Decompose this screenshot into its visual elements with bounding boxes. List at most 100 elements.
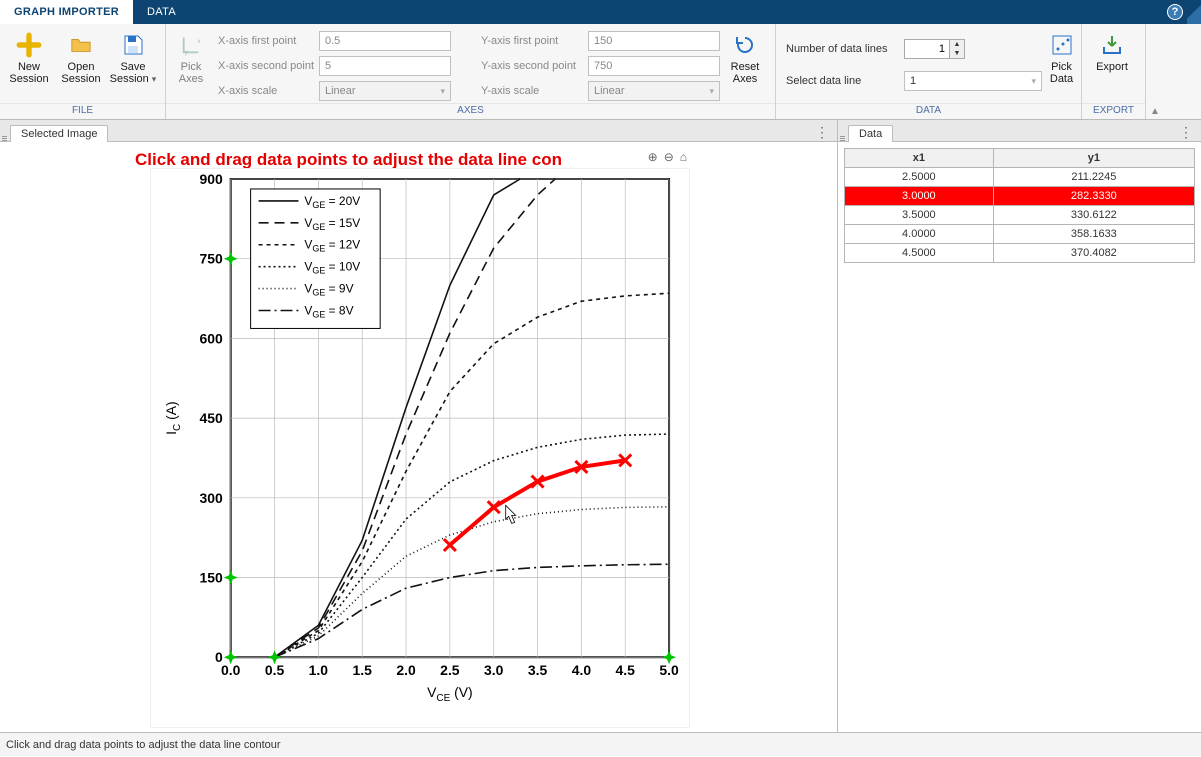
spinner-down-icon[interactable]: ▼ <box>950 49 964 58</box>
selected-image-panel: Selected Image ⋮ Click and drag data poi… <box>0 120 838 732</box>
y-second-input <box>588 56 720 76</box>
cell-y[interactable]: 282.3330 <box>993 187 1194 206</box>
table-row[interactable]: 3.0000282.3330 <box>845 187 1195 206</box>
svg-text:1.0: 1.0 <box>309 662 329 678</box>
svg-text:450: 450 <box>199 410 223 426</box>
cell-y[interactable]: 330.6122 <box>993 206 1194 225</box>
save-icon <box>119 31 147 59</box>
data-panel-body: x1 y1 2.5000211.22453.0000282.33303.5000… <box>838 142 1201 732</box>
svg-text:VGE = 8V: VGE = 8V <box>304 303 353 319</box>
svg-text:150: 150 <box>199 570 223 586</box>
ribbon-group-label: DATA <box>776 103 1081 119</box>
cell-x[interactable]: 4.0000 <box>845 225 994 244</box>
content-area: Selected Image ⋮ Click and drag data poi… <box>0 120 1201 732</box>
pick-data-icon <box>1048 31 1076 59</box>
svg-text:300: 300 <box>199 490 223 506</box>
ribbon-group-label: AXES <box>166 103 775 119</box>
svg-text:IC (A): IC (A) <box>163 401 183 435</box>
svg-text:4.0: 4.0 <box>572 662 592 678</box>
spinner-up-icon[interactable]: ▲ <box>950 40 964 49</box>
data-table[interactable]: x1 y1 2.5000211.22453.0000282.33303.5000… <box>844 148 1195 263</box>
panel-drag-handle-icon[interactable] <box>2 136 10 141</box>
save-session-button[interactable]: SaveSession <box>108 26 158 100</box>
svg-text:600: 600 <box>199 330 223 346</box>
table-row[interactable]: 2.5000211.2245 <box>845 168 1195 187</box>
x-scale-label: X-axis scale <box>214 85 316 97</box>
status-bar: Click and drag data points to adjust the… <box>0 732 1201 756</box>
panel-menu-button[interactable]: ⋮ <box>1171 124 1201 141</box>
x-first-input <box>319 31 451 51</box>
cell-y[interactable]: 211.2245 <box>993 168 1194 187</box>
svg-text:5.0: 5.0 <box>659 662 679 678</box>
ribbon: NewSession OpenSession SaveSession FILE … <box>0 24 1201 120</box>
open-session-button[interactable]: OpenSession <box>56 26 106 100</box>
cell-x[interactable]: 2.5000 <box>845 168 994 187</box>
svg-text:4.5: 4.5 <box>616 662 636 678</box>
instruction-hint: Click and drag data points to adjust the… <box>0 150 697 170</box>
zoom-in-icon[interactable]: ⊕ <box>648 150 658 164</box>
cell-x[interactable]: 3.0000 <box>845 187 994 206</box>
table-header-y[interactable]: y1 <box>993 149 1194 168</box>
svg-text:900: 900 <box>199 171 223 187</box>
svg-text:2.5: 2.5 <box>440 662 460 678</box>
tab-graph-importer[interactable]: GRAPH IMPORTER <box>0 0 133 24</box>
ribbon-group-label: FILE <box>0 103 165 119</box>
y-scale-label: Y-axis scale <box>477 85 585 97</box>
help-icon: ? <box>1167 4 1183 20</box>
tab-data[interactable]: DATA <box>133 0 190 24</box>
select-line-dropdown[interactable]: 1 <box>904 71 1042 91</box>
plus-icon <box>15 31 43 59</box>
cell-x[interactable]: 3.5000 <box>845 206 994 225</box>
table-row[interactable]: 4.5000370.4082 <box>845 244 1195 263</box>
zoom-out-icon[interactable]: ⊖ <box>664 150 674 164</box>
x-scale-select: Linear <box>319 81 451 101</box>
panel-menu-button[interactable]: ⋮ <box>807 124 837 141</box>
svg-text:0: 0 <box>215 649 223 665</box>
ribbon-group-data: Number of data lines ▲▼ Select data line… <box>776 24 1082 119</box>
home-icon[interactable]: ⌂ <box>680 150 687 164</box>
new-session-button[interactable]: NewSession <box>4 26 54 100</box>
panel-drag-handle-icon[interactable] <box>840 136 848 141</box>
y-scale-select: Linear <box>588 81 720 101</box>
svg-text:1.5: 1.5 <box>353 662 373 678</box>
zoom-toolbar: ⊕ ⊖ ⌂ <box>648 150 687 164</box>
chart-canvas[interactable]: 0.00.51.01.52.02.53.03.54.04.55.00150300… <box>150 168 690 728</box>
folder-open-icon <box>67 31 95 59</box>
svg-text:3.0: 3.0 <box>484 662 504 678</box>
y-first-input <box>588 31 720 51</box>
svg-text:VGE = 9V: VGE = 9V <box>304 282 353 298</box>
panel-tabbar: Data ⋮ <box>838 120 1201 142</box>
svg-text:3.5: 3.5 <box>528 662 548 678</box>
export-button[interactable]: Export <box>1086 26 1138 100</box>
image-panel-body[interactable]: Click and drag data points to adjust the… <box>0 142 837 732</box>
x-second-label: X-axis second point <box>214 60 316 72</box>
panel-tab-data[interactable]: Data <box>848 125 893 142</box>
svg-text:x: x <box>197 38 201 45</box>
axes-input-grid: X-axis first point Y-axis first point X-… <box>214 26 720 102</box>
cell-y[interactable]: 358.1633 <box>993 225 1194 244</box>
status-text: Click and drag data points to adjust the… <box>6 739 281 751</box>
tabstrip-corner <box>1187 0 1201 24</box>
cell-y[interactable]: 370.4082 <box>993 244 1194 263</box>
reset-axes-button[interactable]: ResetAxes <box>722 26 768 100</box>
pick-data-button[interactable]: PickData <box>1046 26 1077 100</box>
num-lines-input[interactable] <box>904 39 950 59</box>
ribbon-group-axes: yx PickAxes X-axis first point Y-axis fi… <box>166 24 776 119</box>
table-row[interactable]: 4.0000358.1633 <box>845 225 1195 244</box>
help-button[interactable]: ? <box>1163 0 1187 24</box>
num-lines-label: Number of data lines <box>780 43 898 55</box>
y-second-label: Y-axis second point <box>477 60 585 72</box>
ribbon-group-export: Export EXPORT <box>1082 24 1146 119</box>
ribbon-group-label: EXPORT <box>1082 103 1145 119</box>
cell-x[interactable]: 4.5000 <box>845 244 994 263</box>
table-header-x[interactable]: x1 <box>845 149 994 168</box>
export-icon <box>1098 31 1126 59</box>
table-row[interactable]: 3.5000330.6122 <box>845 206 1195 225</box>
ribbon-group-file: NewSession OpenSession SaveSession FILE <box>0 24 166 119</box>
ribbon-collapse-button[interactable]: ▲ <box>1146 24 1164 119</box>
pick-axes-button: yx PickAxes <box>170 26 212 100</box>
num-lines-spinner[interactable]: ▲▼ <box>904 39 1044 59</box>
panel-tab-selected-image[interactable]: Selected Image <box>10 125 108 142</box>
y-first-label: Y-axis first point <box>477 35 585 47</box>
svg-text:VCE (V): VCE (V) <box>427 684 473 704</box>
